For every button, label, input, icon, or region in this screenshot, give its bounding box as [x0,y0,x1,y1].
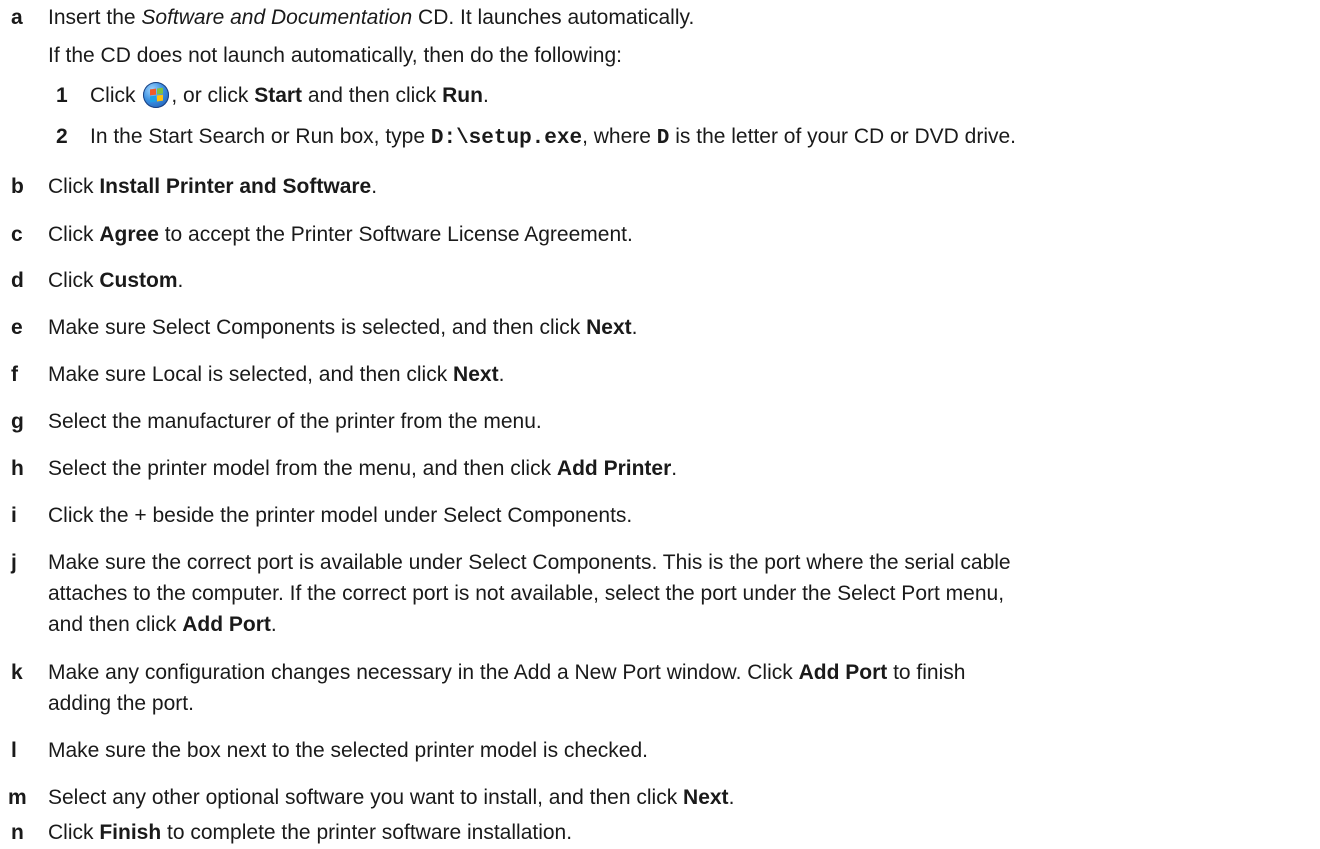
step-text: Click the + beside the printer model und… [48,504,633,527]
step-text: Click Agree to accept the Printer Softwa… [48,223,633,246]
step-letter: n [11,821,24,844]
step-text: Insert the Software and Documentation CD… [48,6,695,29]
step-letter: h [11,457,24,480]
step-letter: g [11,410,24,433]
run-label: Run [442,84,483,107]
step-letter: d [11,269,24,292]
step-text: Select any other optional software you w… [48,786,735,809]
step-text-line: Make sure the correct port is available … [48,551,1011,574]
step-text: Click Finish to complete the printer sof… [48,821,573,844]
step-letter: c [11,223,23,246]
step-letter: f [11,363,18,386]
step-text-line: Make any configuration changes necessary… [48,661,966,684]
step-text: Make sure Select Components is selected,… [48,316,638,339]
step-text: Select the printer model from the menu, … [48,457,678,480]
step-letter: l [11,739,17,762]
substep-number: 2 [56,125,68,148]
step-letter: i [11,504,17,527]
setup-command: D:\setup.exe [430,127,583,150]
step-text: Make sure the box next to the selected p… [48,739,648,762]
start-label: Start [254,84,303,107]
step-letter: j [11,551,17,574]
substep-text: In the Start Search or Run box, type D:\… [90,125,1017,150]
step-letter: m [8,786,27,809]
instruction-page: a Insert the Software and Documentation … [0,0,1320,849]
step-letter: e [11,316,23,339]
step-text: Make sure Local is selected, and then cl… [48,363,505,386]
step-k-line2: adding the port. [48,692,194,715]
cd-title: Software and Documentation [141,6,413,29]
step-letter: b [11,175,24,198]
step-letter: k [11,661,23,684]
drive-letter: D [656,127,670,150]
step-j-line2: attaches to the computer. If the correct… [48,582,1005,605]
substep-text: Click , or click Start and then click Ru… [90,82,489,108]
step-j-line3: and then click Add Port. [48,613,277,636]
step-letter: a [11,6,23,29]
step-a-note: If the CD does not launch automatically,… [48,44,622,67]
step-text: Select the manufacturer of the printer f… [48,410,542,433]
substep-number: 1 [56,84,68,107]
step-text: Click Custom. [48,269,184,292]
step-text: Click Install Printer and Software. [48,175,378,198]
windows-start-orb-icon [143,82,170,108]
